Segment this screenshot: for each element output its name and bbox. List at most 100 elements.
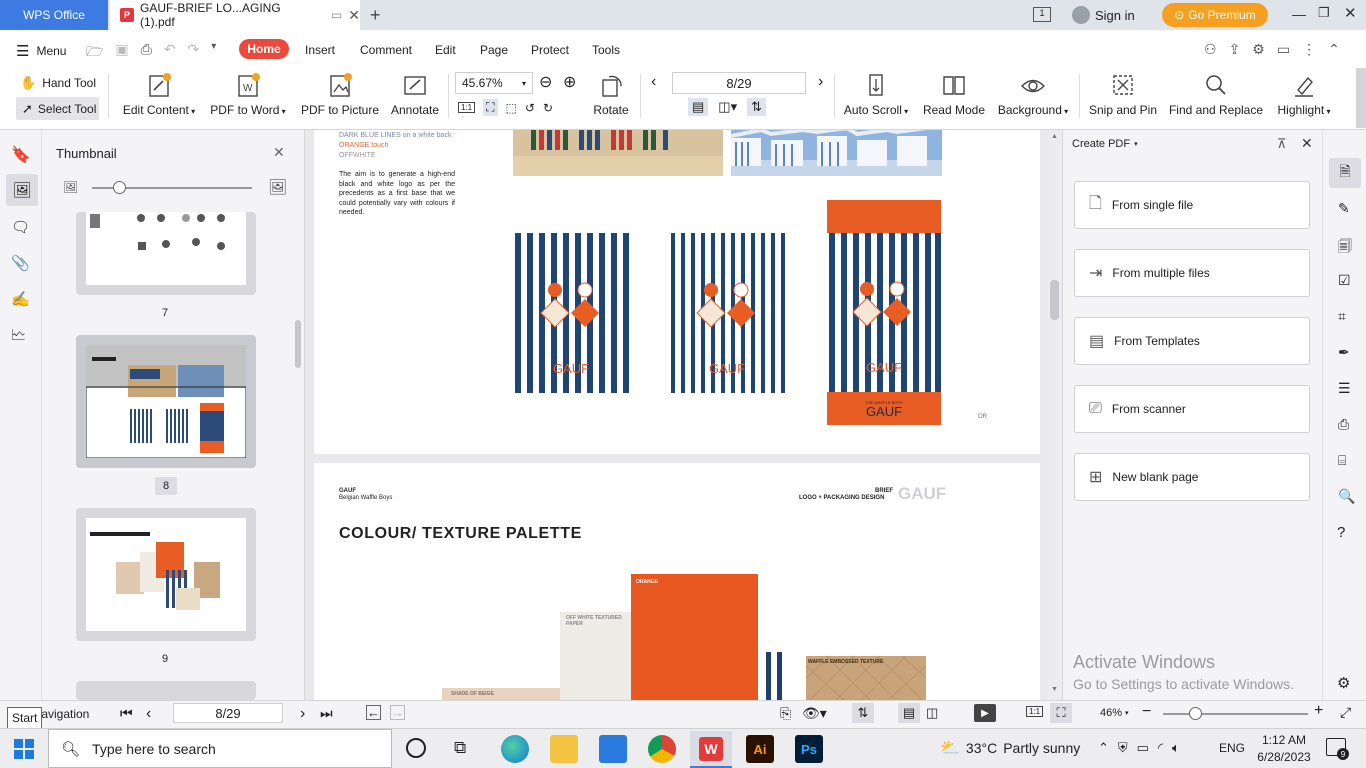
print-panel-icon[interactable]: ⎙ bbox=[1338, 416, 1349, 433]
prev-page-status-icon[interactable]: ‹ bbox=[146, 705, 151, 723]
quick-access-dropdown-icon[interactable]: ▾ bbox=[211, 41, 216, 65]
chrome-icon[interactable] bbox=[648, 735, 676, 763]
language-indicator[interactable]: ENG bbox=[1219, 741, 1245, 755]
mail-icon[interactable] bbox=[599, 735, 627, 763]
fit-page-icon[interactable]: ⛶ bbox=[483, 99, 498, 116]
auto-scroll-dropdown-icon[interactable]: ▾ bbox=[902, 107, 908, 116]
read-mode-button[interactable]: Read Mode bbox=[922, 72, 986, 117]
close-thumbnail-icon[interactable]: ✕ bbox=[273, 144, 285, 161]
ribbon-scrollbar[interactable] bbox=[1356, 68, 1366, 128]
collapse-ribbon-icon[interactable]: ⌃ bbox=[1328, 41, 1340, 58]
weather-widget[interactable]: ⛅ 33°C Partly sunny bbox=[940, 738, 1080, 758]
feedback-icon[interactable]: ▭ bbox=[1277, 41, 1290, 58]
document-scrollbar-thumb[interactable] bbox=[1050, 280, 1059, 320]
small-thumbnail-icon[interactable]: 🖼 bbox=[63, 180, 78, 194]
wps-office-taskbar-icon[interactable]: W bbox=[690, 731, 732, 768]
signature-icon[interactable]: ✍ bbox=[11, 290, 31, 310]
collaborate-icon[interactable]: ⚇ bbox=[1204, 41, 1217, 58]
file-explorer-icon[interactable] bbox=[550, 735, 578, 763]
page-number-field[interactable]: 8/29 bbox=[672, 72, 806, 94]
status-zoom-slider-handle[interactable] bbox=[1189, 707, 1202, 720]
scroll-up-icon[interactable]: ▲ bbox=[1051, 133, 1058, 140]
security-icon[interactable]: ⛨ bbox=[1118, 740, 1128, 756]
fit-page-status-icon[interactable]: ⛶ bbox=[1050, 703, 1072, 723]
minimize-icon[interactable]: — bbox=[1292, 6, 1306, 22]
thumbnail-scrollbar[interactable] bbox=[295, 320, 301, 368]
new-blank-page-button[interactable]: ⊞ New blank page bbox=[1074, 453, 1310, 501]
forward-view-icon[interactable]: → bbox=[390, 705, 405, 720]
from-scanner-button[interactable]: ⎚ From scanner bbox=[1074, 385, 1310, 433]
next-page-icon[interactable]: › bbox=[818, 73, 823, 91]
two-page-status-icon[interactable]: ◫ bbox=[926, 705, 938, 721]
scroll-down-icon[interactable]: ▼ bbox=[1051, 686, 1058, 693]
volume-icon[interactable]: 🔈︎ bbox=[1172, 740, 1180, 756]
go-premium-button[interactable]: ⊙ Go Premium bbox=[1162, 3, 1268, 27]
continuous-scroll-icon[interactable]: ⇅ bbox=[747, 98, 767, 116]
document-scrollbar[interactable]: ▲ ▼ bbox=[1047, 130, 1062, 700]
highlight-dropdown-icon[interactable]: ▾ bbox=[1324, 107, 1330, 116]
two-page-icon[interactable]: ◫▾ bbox=[718, 99, 737, 115]
close-window-icon[interactable]: ✕ bbox=[1344, 4, 1357, 22]
tab-close-icon[interactable]: ✕ bbox=[348, 7, 360, 24]
share-icon[interactable]: ⇪ bbox=[1229, 41, 1241, 58]
first-page-icon[interactable]: ⏮ bbox=[120, 705, 133, 722]
status-page-field[interactable]: 8/29 bbox=[173, 703, 283, 723]
tab-restore-icon[interactable]: ▭ bbox=[331, 8, 342, 22]
ocr-icon[interactable]: ⌗ bbox=[1338, 308, 1346, 325]
close-panel-icon[interactable]: ✕ bbox=[1301, 135, 1313, 152]
illustrator-icon[interactable]: Ai bbox=[746, 735, 774, 763]
thumbnail-view-icon[interactable]: 🖼 bbox=[6, 174, 38, 206]
new-tab-icon[interactable]: + bbox=[370, 5, 381, 26]
clock[interactable]: 1:12 AM 6/28/2023 bbox=[1252, 732, 1316, 766]
auto-scroll-button[interactable]: Auto Scroll ▾ bbox=[842, 72, 910, 117]
zoom-in-icon[interactable]: ⊕ bbox=[563, 72, 576, 92]
zoom-out-icon[interactable]: ⊖ bbox=[539, 72, 552, 92]
battery-icon[interactable]: ▭ bbox=[1137, 740, 1149, 756]
tab-edit[interactable]: Edit bbox=[435, 43, 456, 57]
snip-and-pin-button[interactable]: Snip and Pin bbox=[1088, 72, 1158, 117]
zoom-select[interactable]: 45.67% ▾ bbox=[455, 72, 533, 94]
maximize-icon[interactable]: ❐ bbox=[1318, 5, 1330, 21]
bookmark-icon[interactable]: 🔖 bbox=[11, 145, 31, 165]
status-zoom-slider[interactable] bbox=[1163, 713, 1308, 715]
comment-icon[interactable]: 🗨 bbox=[11, 218, 31, 238]
tab-page[interactable]: Page bbox=[480, 43, 508, 57]
redo-icon[interactable]: ↷ bbox=[188, 41, 200, 65]
edit-content-dropdown-icon[interactable]: ▾ bbox=[189, 107, 195, 116]
play-slideshow-icon[interactable]: ▶ bbox=[974, 704, 996, 722]
from-templates-button[interactable]: ▤ From Templates bbox=[1074, 317, 1310, 365]
back-view-icon[interactable]: ← bbox=[366, 705, 381, 720]
from-single-file-button[interactable]: 🗋 From single file bbox=[1074, 181, 1310, 229]
task-view-icon[interactable]: ⧉ bbox=[454, 738, 466, 758]
edit-pdf-icon[interactable]: ✎ bbox=[1338, 200, 1350, 217]
taskbar-search-box[interactable]: 🔍︎ Type here to search bbox=[48, 729, 392, 768]
rotate-right-icon[interactable]: ↻ bbox=[543, 101, 553, 115]
checklist-icon[interactable]: ☑ bbox=[1338, 272, 1351, 289]
document-tab[interactable]: P GAUF-BRIEF LO...AGING (1).pdf ▭ ✕ bbox=[110, 0, 360, 30]
fit-width-icon[interactable]: ⬚ bbox=[506, 101, 517, 115]
status-zoom-select[interactable]: 46% ▾ bbox=[1100, 707, 1129, 719]
from-multiple-files-button[interactable]: ⇥ From multiple files bbox=[1074, 249, 1310, 297]
tab-list-icon[interactable]: 1 bbox=[1033, 7, 1051, 22]
show-hidden-icons-icon[interactable]: ⌃ bbox=[1098, 740, 1109, 756]
document-viewport[interactable]: DARK BLUE LINES on a white back ORANGE t… bbox=[306, 130, 1062, 700]
find-and-replace-button[interactable]: Find and Replace bbox=[1168, 72, 1264, 117]
search-panel-icon[interactable]: 🔍 bbox=[1338, 488, 1355, 505]
actual-size-icon[interactable]: 1:1 bbox=[458, 102, 476, 113]
settings-gear-icon[interactable]: ⚙ bbox=[1252, 41, 1265, 58]
create-pdf-dropdown[interactable]: Create PDF ▾ bbox=[1072, 138, 1138, 150]
sign-icon[interactable]: ✒ bbox=[1338, 344, 1350, 361]
eye-protection-icon[interactable]: 👁▾ bbox=[802, 705, 827, 722]
open-folder-icon[interactable]: 🗁 bbox=[86, 41, 103, 65]
pdf-to-word-dropdown-icon[interactable]: ▾ bbox=[279, 107, 286, 116]
previous-page-icon[interactable]: ‹ bbox=[651, 73, 656, 91]
convert-icon[interactable]: 🗐 bbox=[1338, 236, 1352, 260]
pdf-to-picture-button[interactable]: PDF to Picture bbox=[300, 72, 380, 117]
tab-tools[interactable]: Tools bbox=[592, 43, 620, 57]
single-page-status-icon[interactable]: ▤ bbox=[898, 703, 920, 723]
attachment-icon[interactable]: 📎 bbox=[11, 254, 31, 274]
next-page-status-icon[interactable]: › bbox=[300, 705, 305, 723]
create-pdf-icon[interactable]: 🗎 bbox=[1329, 158, 1361, 188]
large-thumbnail-icon[interactable]: 🖼 bbox=[268, 178, 287, 196]
panel-settings-icon[interactable]: ⚙ bbox=[1337, 674, 1350, 692]
